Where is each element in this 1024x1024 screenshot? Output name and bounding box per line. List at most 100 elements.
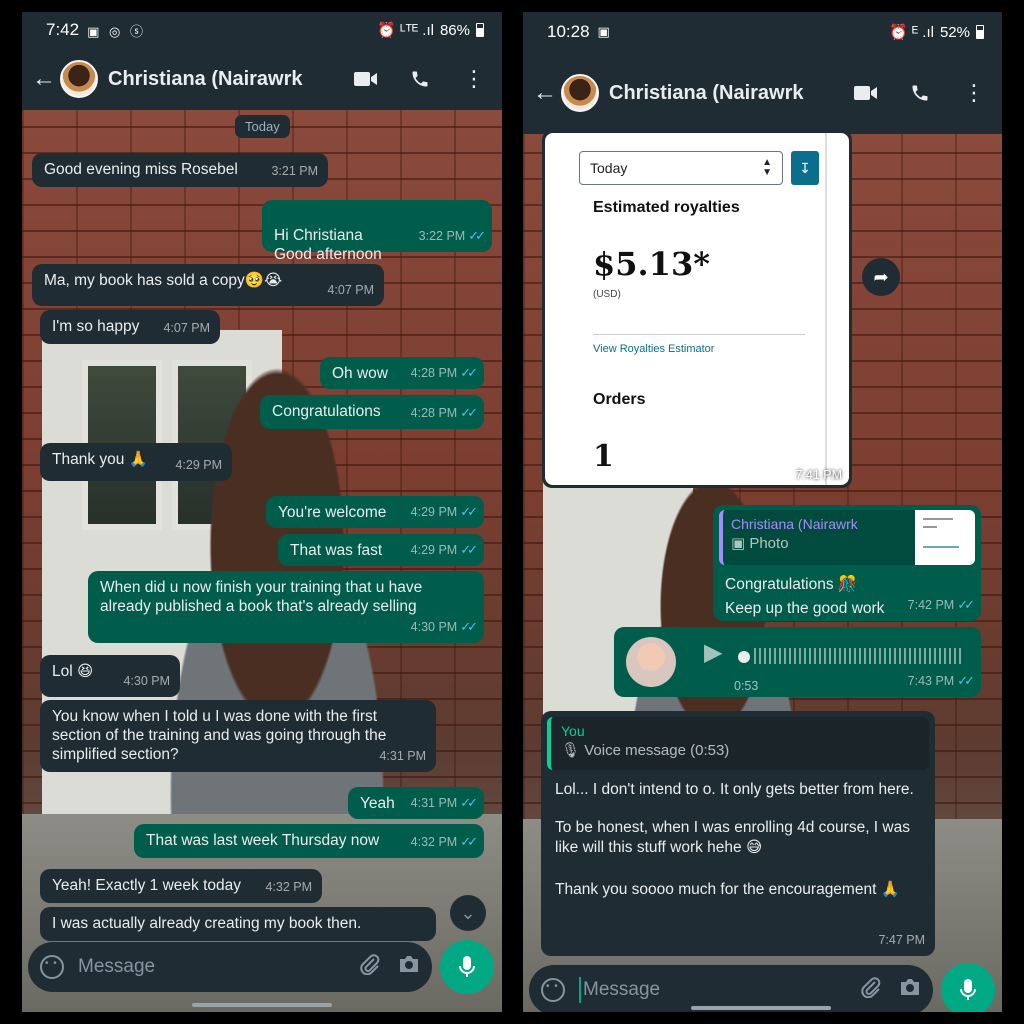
- message-text: Congratulations: [272, 403, 381, 420]
- double-check-icon: ✓✓: [460, 834, 478, 849]
- seek-handle[interactable]: [738, 651, 750, 663]
- emoji-icon[interactable]: [40, 955, 64, 979]
- message-bubble[interactable]: That was last week Thursday now 4:32 PM ✓…: [134, 824, 484, 858]
- more-options-icon[interactable]: ⋮: [460, 65, 488, 93]
- message-time: 4:31 PM: [379, 749, 426, 763]
- message-text: I'm so happy: [52, 318, 140, 335]
- attach-icon[interactable]: [861, 976, 881, 1004]
- message-text: You're welcome: [278, 504, 387, 521]
- message-paragraph: To be honest, when I was enrolling 4d co…: [555, 819, 910, 856]
- quoted-message[interactable]: Christiana (Nairawrk ▣ Photo: [719, 510, 975, 565]
- message-bubble[interactable]: Good evening miss Rosebel 3:21 PM: [32, 153, 328, 187]
- contact-avatar[interactable]: [561, 74, 599, 112]
- orders-value: 1: [593, 439, 614, 474]
- message-input[interactable]: Message: [78, 956, 342, 978]
- message-text: Thank you 🙏: [52, 451, 148, 468]
- message-bubble[interactable]: Yeah! Exactly 1 week today 4:32 PM: [40, 869, 322, 903]
- quote-author: You: [561, 723, 585, 739]
- message-bubble[interactable]: Ma, my book has sold a copy🥹😭 4:07 PM: [32, 264, 384, 306]
- message-bubble[interactable]: You're welcome 4:29 PM ✓✓: [266, 496, 484, 528]
- voice-call-icon[interactable]: [406, 65, 434, 93]
- message-time: 4:29 PM: [410, 543, 458, 557]
- message-time: 7:41 PM: [795, 468, 842, 482]
- message-input[interactable]: Message: [583, 979, 843, 1001]
- quoted-message[interactable]: You 🎙 Voice message (0:53): [547, 717, 929, 770]
- message-bubble[interactable]: I was actually already creating my book …: [40, 907, 436, 941]
- waveform[interactable]: [754, 643, 964, 669]
- message-bubble[interactable]: Lol 😆 4:30 PM: [40, 655, 180, 697]
- message-time: 4:29 PM: [410, 505, 458, 519]
- thumb-line: [923, 518, 953, 520]
- contact-name[interactable]: Christiana (Nairawrk: [108, 68, 326, 91]
- camera-icon[interactable]: [398, 955, 420, 979]
- double-check-icon: ✓✓: [460, 405, 478, 420]
- signal-icon: ⏰ ᴱ .ıl: [889, 24, 934, 41]
- chat-header: ← Christiana (Nairawrk ⋮: [22, 48, 502, 110]
- message-time: 4:07 PM: [327, 283, 374, 297]
- royalties-screenshot[interactable]: Today ▲ ▼ ↧ Estimated royalties $5.13* (U…: [545, 133, 849, 485]
- sender-avatar: [626, 637, 676, 687]
- message-body: Lol... I don't intend to o. It only gets…: [547, 770, 929, 900]
- nav-handle[interactable]: [691, 1006, 831, 1010]
- message-bubble[interactable]: When did u now finish your training that…: [88, 571, 484, 643]
- mic-button[interactable]: [440, 940, 494, 994]
- message-bubble[interactable]: Oh wow 4:28 PM ✓✓: [320, 357, 484, 389]
- message-time: 4:30 PM: [410, 620, 458, 634]
- message-composer[interactable]: Message: [529, 965, 933, 1012]
- message-bubble[interactable]: You 🎙 Voice message (0:53) Lol... I don'…: [541, 711, 935, 956]
- play-icon[interactable]: ▶: [704, 641, 722, 665]
- message-bubble[interactable]: You know when I told u I was done with t…: [40, 700, 436, 772]
- date-select-value: Today: [590, 160, 628, 176]
- back-arrow-icon[interactable]: ←: [533, 79, 557, 107]
- quote-thumbnail: [915, 510, 975, 565]
- voice-call-icon[interactable]: [906, 79, 934, 107]
- message-paragraph: Lol... I don't intend to o. It only gets…: [555, 781, 914, 798]
- video-call-icon[interactable]: [852, 79, 880, 107]
- notification-icons: ▣: [597, 24, 613, 39]
- scroll-down-button[interactable]: ⌄: [450, 895, 486, 931]
- message-meta: 4:31 PM ✓✓: [411, 793, 478, 813]
- message-bubble[interactable]: Thank you 🙏 4:29 PM: [40, 443, 232, 481]
- message-bubble[interactable]: Christiana (Nairawrk ▣ Photo Congratulat…: [713, 505, 981, 621]
- notification-icons: ▣ ◎ ⓢ: [87, 23, 146, 39]
- message-time: 4:29 PM: [175, 458, 222, 472]
- message-meta: 4:29 PM ✓✓: [410, 540, 478, 560]
- nav-handle[interactable]: [192, 1003, 332, 1007]
- download-icon: ↧: [791, 151, 819, 185]
- mic-button[interactable]: [941, 963, 995, 1012]
- quote-type: 🎙 Voice message (0:53): [561, 742, 730, 759]
- forward-icon[interactable]: ➦: [862, 258, 900, 296]
- royalties-amount: $5.13*: [593, 245, 710, 283]
- contact-name[interactable]: Christiana (Nairawrk: [609, 82, 826, 105]
- status-time: 10:28: [547, 22, 590, 41]
- message-time: 3:21 PM: [271, 164, 318, 178]
- contact-avatar[interactable]: [60, 60, 98, 98]
- more-options-icon[interactable]: ⋮: [960, 79, 988, 107]
- message-meta: 4:29 PM ✓✓: [410, 502, 478, 522]
- video-call-icon[interactable]: [352, 65, 380, 93]
- battery-level: 52%: [939, 23, 970, 41]
- message-bubble[interactable]: That was fast 4:29 PM ✓✓: [278, 534, 484, 566]
- orders-label: Orders: [593, 391, 646, 408]
- message-composer[interactable]: Message: [28, 942, 432, 992]
- message-bubble[interactable]: Yeah 4:31 PM ✓✓: [348, 787, 484, 819]
- message-meta: 4:30 PM ✓✓: [410, 617, 478, 637]
- attach-icon[interactable]: [360, 953, 380, 981]
- message-time: 4:07 PM: [163, 321, 210, 335]
- status-bar: 7:42 ▣ ◎ ⓢ ⏰ ᴸᵀᴱ .ıl 86%: [22, 12, 502, 48]
- message-text: Oh wow: [332, 365, 388, 382]
- emoji-icon[interactable]: [541, 978, 565, 1002]
- message-bubble[interactable]: Hi Christiana Good afternoon 3:22 PM ✓✓: [262, 200, 492, 263]
- back-arrow-icon[interactable]: ←: [32, 65, 56, 93]
- royalties-estimator-link: View Royalties Estimator: [593, 343, 715, 355]
- message-time: 4:32 PM: [410, 835, 458, 849]
- message-bubble[interactable]: Congratulations 4:28 PM ✓✓: [260, 395, 484, 429]
- date-chip: Today: [235, 115, 290, 138]
- battery-icon: [976, 25, 984, 39]
- image-message[interactable]: Today ▲ ▼ ↧ Estimated royalties $5.13* (U…: [542, 130, 852, 488]
- message-time: 4:32 PM: [265, 880, 312, 894]
- voice-message[interactable]: ▶ 0:53 7:43 PM ✓✓: [614, 627, 981, 697]
- camera-icon[interactable]: [899, 978, 921, 1002]
- message-bubble[interactable]: I'm so happy 4:07 PM: [40, 310, 220, 344]
- divider: [825, 133, 827, 485]
